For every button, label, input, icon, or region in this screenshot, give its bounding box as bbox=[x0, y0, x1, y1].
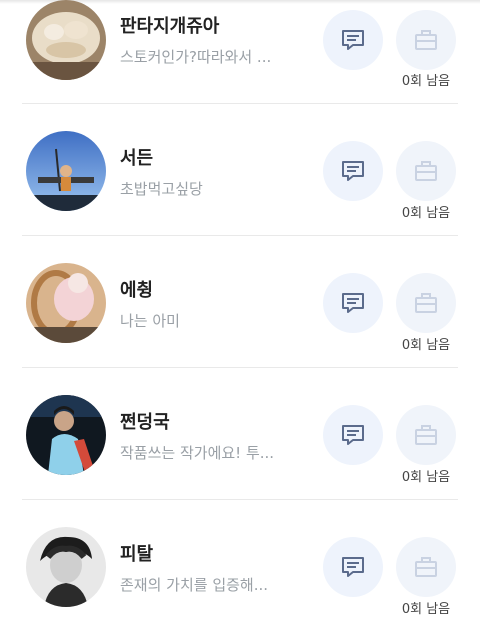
friend-name: 판타지개쥬아 bbox=[120, 16, 220, 37]
briefcase-icon bbox=[415, 161, 437, 181]
briefcase-icon bbox=[415, 425, 437, 445]
avatar[interactable] bbox=[26, 395, 106, 475]
message-square-icon bbox=[342, 161, 364, 181]
gift-button[interactable] bbox=[396, 141, 456, 201]
chat-button[interactable] bbox=[323, 273, 383, 333]
avatar[interactable] bbox=[26, 527, 106, 607]
avatar[interactable] bbox=[26, 263, 106, 343]
remaining-count: 0회 남음 bbox=[401, 470, 451, 485]
friend-name: 피탈 bbox=[120, 544, 154, 565]
friend-row[interactable]: 서든 초밥먹고싶당 0회 남음 bbox=[0, 104, 480, 236]
remaining-count: 0회 남음 bbox=[401, 206, 451, 221]
friend-status-message: 나는 아미 bbox=[120, 312, 180, 330]
message-square-icon bbox=[342, 30, 364, 50]
friend-name: 서든 bbox=[120, 148, 154, 169]
briefcase-icon bbox=[415, 293, 437, 313]
friend-row[interactable]: 에췽 나는 아미 0회 남음 bbox=[0, 236, 480, 368]
avatar[interactable] bbox=[26, 0, 106, 80]
message-square-icon bbox=[342, 293, 364, 313]
chat-button[interactable] bbox=[323, 537, 383, 597]
friend-status-message: 작품쓰는 작가에요! 투... bbox=[120, 444, 275, 462]
chat-button[interactable] bbox=[323, 141, 383, 201]
gift-button[interactable] bbox=[396, 405, 456, 465]
briefcase-icon bbox=[415, 30, 437, 50]
remaining-count: 0회 남음 bbox=[401, 74, 451, 89]
gift-button[interactable] bbox=[396, 273, 456, 333]
chat-button[interactable] bbox=[323, 405, 383, 465]
friend-name: 쩐덩국 bbox=[120, 412, 170, 433]
friend-status-message: 존재의 가치를 입증해... bbox=[120, 576, 269, 594]
friend-row[interactable]: 판타지개쥬아 스토커인가?따라와서 ... 0회 남음 bbox=[0, 0, 480, 104]
friend-status-message: 스토커인가?따라와서 ... bbox=[120, 48, 272, 66]
chat-button[interactable] bbox=[323, 10, 383, 70]
gift-button[interactable] bbox=[396, 10, 456, 70]
friend-row[interactable]: 쩐덩국 작품쓰는 작가에요! 투... 0회 남음 bbox=[0, 368, 480, 500]
briefcase-icon bbox=[415, 557, 437, 577]
friend-row[interactable]: 피탈 존재의 가치를 입증해... 0회 남음 bbox=[0, 500, 480, 632]
remaining-count: 0회 남음 bbox=[401, 602, 451, 617]
message-square-icon bbox=[342, 425, 364, 445]
message-square-icon bbox=[342, 557, 364, 577]
remaining-count: 0회 남음 bbox=[401, 338, 451, 353]
gift-button[interactable] bbox=[396, 537, 456, 597]
friend-name: 에췽 bbox=[120, 280, 154, 301]
avatar[interactable] bbox=[26, 131, 106, 211]
friend-status-message: 초밥먹고싶당 bbox=[120, 180, 203, 198]
